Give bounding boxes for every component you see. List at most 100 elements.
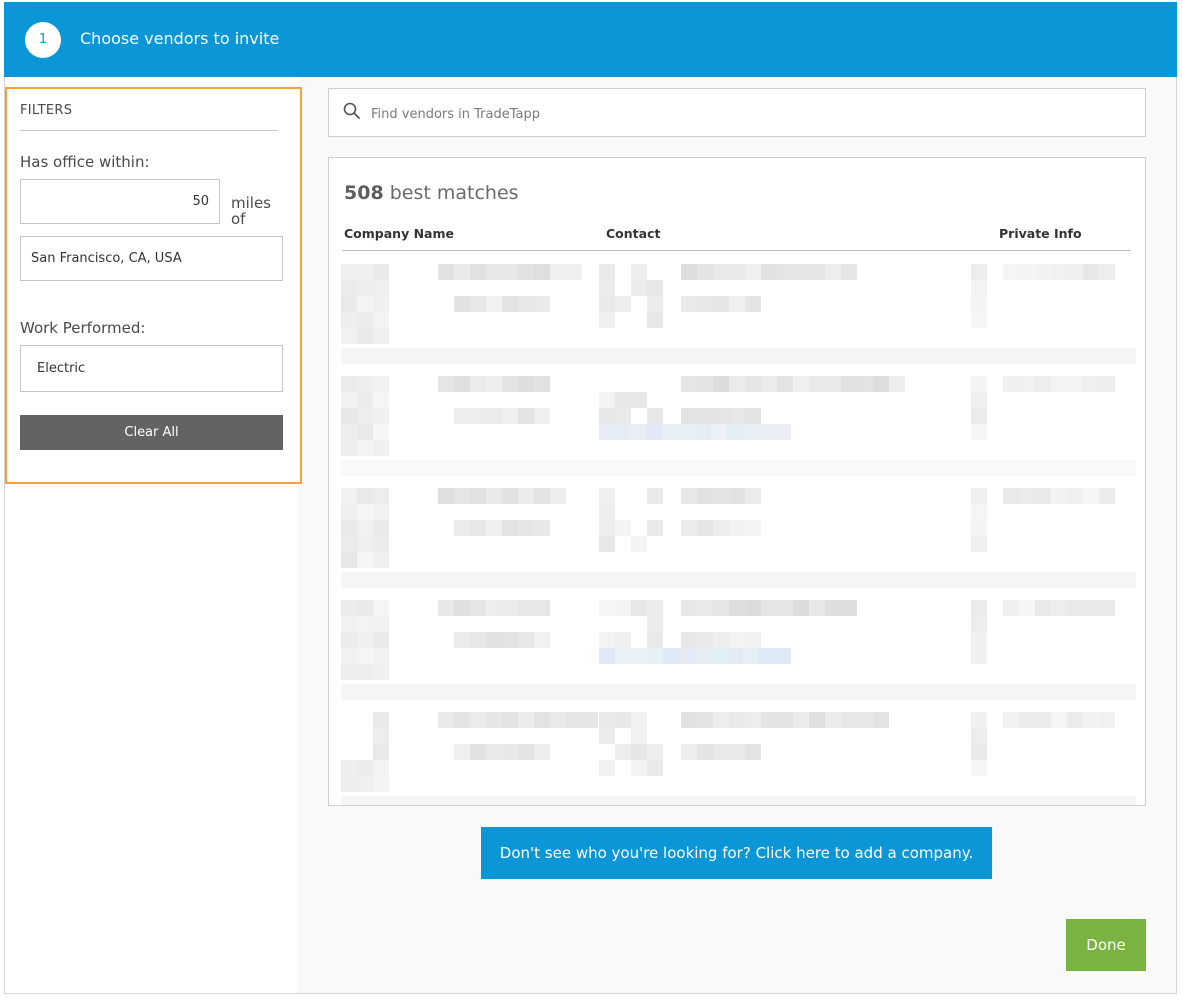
blurred-cell [357, 664, 373, 680]
blurred-cell [1003, 488, 1019, 504]
blurred-cell [615, 600, 631, 616]
blurred-cell [341, 440, 357, 456]
blurred-cell [373, 744, 389, 760]
blurred-cell [681, 632, 697, 648]
blurred-cell [745, 408, 761, 424]
blurred-cell [745, 296, 761, 312]
blurred-cell [809, 376, 825, 392]
blurred-cell [357, 424, 373, 440]
blurred-cell [695, 424, 711, 440]
blurred-cell [793, 376, 809, 392]
search-icon [343, 102, 360, 119]
blurred-cell [743, 648, 759, 664]
blurred-cell [470, 712, 486, 728]
blurred-cell [341, 552, 357, 568]
blurred-cell [873, 376, 889, 392]
blurred-cell [631, 392, 647, 408]
distance-input[interactable] [20, 179, 220, 224]
blurred-cell [761, 264, 777, 280]
blurred-cell [502, 744, 518, 760]
search-input[interactable] [369, 95, 1133, 133]
blurred-cell [631, 728, 647, 744]
blurred-cell [971, 520, 987, 536]
column-contact[interactable]: Contact [606, 226, 660, 241]
blurred-cell [341, 760, 357, 776]
blurred-cell [631, 536, 647, 552]
blurred-cell [599, 712, 615, 728]
blurred-cell [647, 616, 663, 632]
blurred-cell [373, 328, 389, 344]
blurred-cell [599, 632, 615, 648]
blurred-cell [1083, 376, 1099, 392]
blurred-cell [438, 488, 454, 504]
work-performed-input[interactable] [20, 345, 283, 392]
blurred-cell [470, 744, 486, 760]
blurred-cell [681, 744, 697, 760]
blurred-cell [631, 280, 647, 296]
blurred-cell [582, 712, 598, 728]
blurred-cell [454, 264, 470, 280]
blurred-cell [518, 520, 534, 536]
blurred-cell [357, 648, 373, 664]
blurred-cell [873, 712, 889, 728]
blurred-cell [841, 264, 857, 280]
blurred-cell [518, 296, 534, 312]
blurred-cell [454, 408, 470, 424]
blurred-cell [729, 744, 745, 760]
blurred-cell [341, 376, 357, 392]
blurred-cell [438, 712, 454, 728]
column-private-info[interactable]: Private Info [999, 226, 1082, 241]
blurred-cell [534, 408, 550, 424]
blurred-cell [486, 264, 502, 280]
blurred-cell [599, 760, 615, 776]
blurred-cell [631, 648, 647, 664]
blurred-cell [695, 648, 711, 664]
blurred-cell [373, 728, 389, 744]
blurred-cell [486, 408, 502, 424]
blurred-cell [681, 408, 697, 424]
blurred-cell [599, 648, 615, 664]
blurred-cell [470, 376, 486, 392]
blurred-cell [341, 796, 1136, 805]
blurred-cell [341, 572, 1136, 588]
blurred-cell [841, 376, 857, 392]
distance-label: Has office within: [20, 153, 150, 171]
blurred-cell [745, 520, 761, 536]
vendor-search[interactable] [328, 88, 1146, 137]
results-list-blurred[interactable] [341, 258, 1136, 805]
blurred-cell [631, 264, 647, 280]
blurred-cell [971, 424, 987, 440]
blurred-cell [697, 632, 713, 648]
location-input[interactable] [20, 236, 283, 281]
blurred-cell [373, 312, 389, 328]
blurred-cell [599, 728, 615, 744]
blurred-cell [745, 632, 761, 648]
blurred-cell [857, 376, 873, 392]
column-company-name[interactable]: Company Name [344, 226, 454, 241]
blurred-cell [1019, 600, 1035, 616]
blurred-cell [793, 712, 809, 728]
blurred-cell [1067, 600, 1083, 616]
blurred-cell [341, 664, 357, 680]
blurred-cell [373, 264, 389, 280]
blurred-cell [599, 280, 615, 296]
blurred-cell [341, 264, 357, 280]
blurred-cell [1019, 264, 1035, 280]
blurred-cell [502, 264, 518, 280]
blurred-cell [518, 632, 534, 648]
clear-all-button[interactable]: Clear All [20, 415, 283, 450]
blurred-cell [761, 376, 777, 392]
blurred-cell [697, 712, 713, 728]
blurred-cell [1051, 712, 1067, 728]
blurred-cell [775, 424, 791, 440]
blurred-cell [615, 408, 631, 424]
blurred-cell [971, 728, 987, 744]
blurred-cell [599, 536, 615, 552]
add-company-button[interactable]: Don't see who you're looking for? Click … [481, 827, 992, 879]
results-count: 508 best matches [344, 182, 519, 204]
blurred-cell [713, 744, 729, 760]
blurred-cell [793, 264, 809, 280]
done-button[interactable]: Done [1066, 919, 1146, 971]
blurred-cell [729, 376, 745, 392]
blurred-cell [775, 648, 791, 664]
